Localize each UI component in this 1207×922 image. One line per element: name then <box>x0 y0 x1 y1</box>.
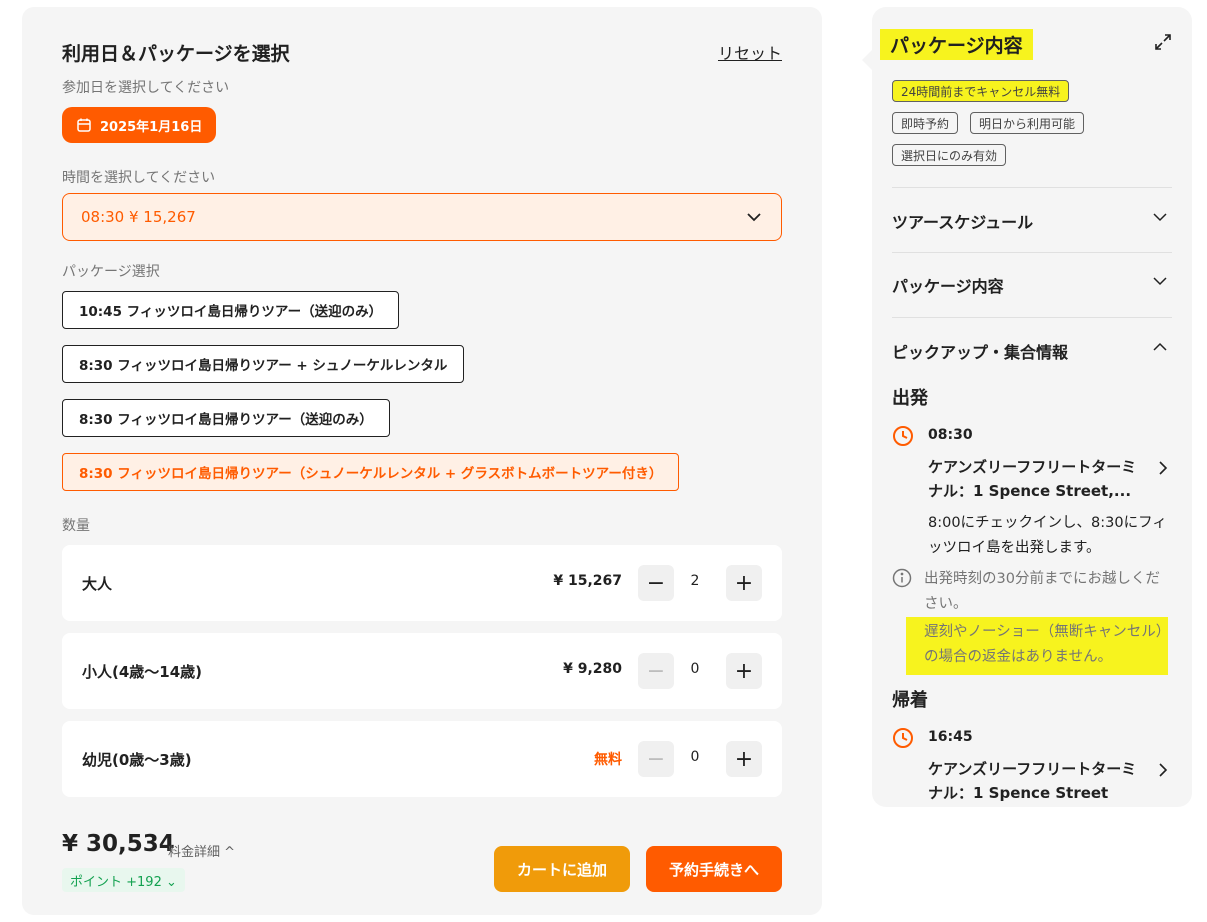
plus-button[interactable]: + <box>726 565 762 601</box>
qty-row-infant: 幼児(0歳〜3歳) 無料 − 0 + <box>62 721 782 797</box>
divider <box>892 317 1172 318</box>
tag-instant: 即時予約 <box>892 112 959 134</box>
date-value: 2025年1月16日 <box>100 119 203 135</box>
date-label: 参加日を選択してください <box>62 80 230 96</box>
package-label: パッケージ選択 <box>62 264 160 280</box>
clock-icon <box>893 426 913 446</box>
calendar-icon <box>77 118 91 132</box>
package-option[interactable]: 8:30 フィッツロイ島日帰りツアー + シュノーケルレンタル <box>62 345 465 383</box>
accordion-pickup[interactable]: ピックアップ・集合情報 <box>892 339 1068 363</box>
return-location[interactable]: ケアンズリーフフリートターミナル：1 Spence Street <box>928 757 1143 805</box>
qty-row-label: 幼児(0歳〜3歳) <box>82 751 192 769</box>
book-button[interactable]: 予約手続きへ <box>646 846 782 892</box>
chevron-down-icon[interactable] <box>1152 209 1168 225</box>
accordion-schedule[interactable]: ツアースケジュール <box>892 209 1033 233</box>
departure-time: 08:30 <box>928 427 973 443</box>
total-price: ¥ 30,534 <box>62 831 175 857</box>
return-heading: 帰着 <box>892 690 928 711</box>
accordion-package[interactable]: パッケージ内容 <box>892 273 1004 297</box>
qty-label: 数量 <box>62 518 90 534</box>
qty-row-adult: 大人 ¥ 15,267 − 2 + <box>62 545 782 621</box>
fee-detail-toggle[interactable]: 料金詳細 ^ <box>168 841 235 860</box>
reset-link[interactable]: リセット <box>718 40 782 64</box>
refund-note: 遅刻やノーショー（無断キャンセル）の場合の返金はありません。 <box>924 624 1163 665</box>
package-option-selected[interactable]: 8:30 フィッツロイ島日帰りツアー（シュノーケルレンタル + グラスボトムボー… <box>62 453 680 491</box>
date-button[interactable]: 2025年1月16日 <box>62 107 217 143</box>
booking-panel: 利用日＆パッケージを選択 リセット 参加日を選択してください 2025年1月16… <box>22 7 822 915</box>
plus-button[interactable]: + <box>726 653 762 689</box>
panel-notch <box>862 50 872 70</box>
return-time: 16:45 <box>928 729 973 745</box>
booking-title: 利用日＆パッケージを選択 <box>62 43 290 65</box>
tag-free-cancel: 24時間前までキャンセル無料 <box>892 80 1070 102</box>
divider <box>892 187 1172 188</box>
package-details-title: パッケージ内容 <box>880 29 1033 60</box>
package-details-panel: パッケージ内容 24時間前までキャンセル無料 即時予約 明日から利用可能 選択日… <box>872 7 1192 807</box>
chevron-down-icon[interactable] <box>1152 273 1168 289</box>
qty-row-price: ¥ 9,280 <box>563 661 622 677</box>
qty-row-price: 無料 <box>594 752 622 768</box>
qty-value: 0 <box>690 749 700 765</box>
tag-selected-date-only: 選択日にのみ有効 <box>892 144 1007 166</box>
qty-value: 2 <box>690 573 700 589</box>
package-option[interactable]: 8:30 フィッツロイ島日帰りツアー（送迎のみ） <box>62 399 390 437</box>
minus-button[interactable]: − <box>638 741 674 777</box>
qty-row-price: ¥ 15,267 <box>553 573 622 589</box>
package-option[interactable]: 10:45 フィッツロイ島日帰りツアー（送迎のみ） <box>62 291 400 329</box>
chevron-right-icon[interactable] <box>1156 461 1170 475</box>
plus-button[interactable]: + <box>726 741 762 777</box>
arrival-note: 出発時刻の30分前までにお越しください。 <box>924 571 1160 612</box>
clock-icon <box>893 728 913 748</box>
expand-icon[interactable] <box>1154 33 1172 51</box>
add-to-cart-button[interactable]: カートに追加 <box>494 846 630 892</box>
qty-row-label: 小人(4歳〜14歳) <box>82 663 203 681</box>
qty-row-label: 大人 <box>82 575 113 593</box>
time-label: 時間を選択してください <box>62 170 216 186</box>
time-value: 08:30 ¥ 15,267 <box>81 208 196 226</box>
chevron-up-icon[interactable] <box>1152 339 1168 355</box>
chevron-down-icon <box>747 213 761 222</box>
minus-button[interactable]: − <box>638 565 674 601</box>
departure-location[interactable]: ケアンズリーフフリートターミナル：1 Spence Street,... <box>928 455 1143 503</box>
departure-heading: 出発 <box>892 388 928 409</box>
departure-description: 8:00にチェックインし、8:30にフィッツロイ島を出発します。 <box>928 515 1167 556</box>
chevron-right-icon[interactable] <box>1156 763 1170 777</box>
time-select[interactable]: 08:30 ¥ 15,267 <box>62 193 782 241</box>
points-badge[interactable]: ポイント +192 ⌄ <box>62 868 185 892</box>
info-icon <box>892 568 912 588</box>
divider <box>892 252 1172 253</box>
qty-value: 0 <box>690 661 700 677</box>
qty-row-child: 小人(4歳〜14歳) ¥ 9,280 − 0 + <box>62 633 782 709</box>
minus-button[interactable]: − <box>638 653 674 689</box>
tag-from-tomorrow: 明日から利用可能 <box>970 112 1085 134</box>
